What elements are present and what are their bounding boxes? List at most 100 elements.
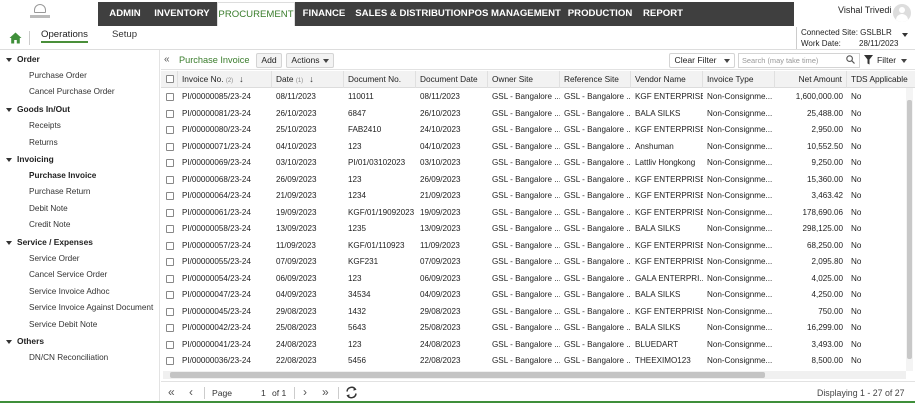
table-row[interactable]: PI/00000085/23-24 08/11/2023 110011 08/11/2… bbox=[161, 89, 907, 106]
row-checkbox[interactable] bbox=[166, 208, 174, 217]
invoice-type-cell: Non-Consignme... bbox=[707, 323, 773, 332]
table-row[interactable]: PI/00000057/23-24 11/09/2023 KGF/01/110923… bbox=[161, 238, 907, 255]
sidebar-item-purchase-invoice[interactable]: Purchase Invoice bbox=[29, 171, 96, 180]
table-row[interactable]: PI/00000081/23-24 26/10/2023 6847 26/10/202… bbox=[161, 106, 907, 123]
nav-inventory[interactable]: INVENTORY bbox=[151, 2, 213, 26]
table-row[interactable]: PI/00000041/23-24 24/08/2023 123 24/08/2023… bbox=[161, 337, 907, 354]
column-document-no[interactable]: Document No. bbox=[344, 71, 416, 88]
row-checkbox[interactable] bbox=[166, 225, 174, 233]
table-row[interactable]: PI/00000047/23-24 04/09/2023 34534 04/09/20… bbox=[161, 287, 907, 304]
column-reference-site[interactable]: Reference Site bbox=[560, 71, 631, 88]
row-checkbox[interactable] bbox=[166, 340, 174, 349]
search-icon[interactable] bbox=[846, 55, 855, 64]
column-invoice-type[interactable]: Invoice Type bbox=[703, 71, 775, 88]
row-checkbox[interactable] bbox=[166, 357, 174, 365]
column-owner-site[interactable]: Owner Site bbox=[488, 71, 560, 88]
filter-button[interactable]: Filter bbox=[877, 55, 908, 65]
sidebar-group-invoicing[interactable]: Invoicing bbox=[6, 154, 54, 164]
sidebar-group-order[interactable]: Order bbox=[6, 54, 40, 64]
sidebar-item-service-invoice-adhoc[interactable]: Service Invoice Adhoc bbox=[29, 287, 110, 296]
document-date-cell: 13/09/2023 bbox=[420, 224, 461, 233]
sidebar-item-purchase-order[interactable]: Purchase Order bbox=[29, 71, 87, 80]
add-button[interactable]: Add bbox=[256, 53, 282, 68]
sidebar-item-dn-cn-reconciliation[interactable]: DN/CN Reconciliation bbox=[29, 353, 108, 362]
table-row[interactable]: PI/00000054/23-24 06/09/2023 123 06/09/2023… bbox=[161, 271, 907, 288]
column-vendor-name[interactable]: Vendor Name bbox=[631, 71, 703, 88]
vertical-scrollbar[interactable] bbox=[906, 88, 913, 371]
row-checkbox[interactable] bbox=[166, 159, 174, 167]
nav-report[interactable]: REPORT bbox=[640, 2, 686, 26]
filter-icon[interactable] bbox=[864, 55, 873, 65]
sidebar-item-debit-note[interactable]: Debit Note bbox=[29, 204, 68, 213]
document-date-cell: 24/08/2023 bbox=[420, 339, 461, 349]
row-checkbox[interactable] bbox=[166, 291, 174, 299]
last-page-icon[interactable]: » bbox=[322, 385, 329, 399]
next-page-icon[interactable]: › bbox=[303, 385, 307, 399]
column-tds-applicable[interactable]: TDS Applicable bbox=[847, 71, 915, 88]
table-row[interactable]: PI/00000064/23-24 21/09/2023 1234 21/09/202… bbox=[161, 188, 907, 205]
column-net-amount[interactable]: Net Amount bbox=[775, 71, 847, 88]
sidebar-item-returns[interactable]: Returns bbox=[29, 138, 58, 147]
row-checkbox[interactable] bbox=[166, 109, 174, 118]
sidebar-item-service-order[interactable]: Service Order bbox=[29, 254, 80, 263]
table-row[interactable]: PI/00000061/23-24 19/09/2023 KGF/01/190920… bbox=[161, 205, 907, 222]
page-number-input[interactable]: 1 bbox=[261, 388, 266, 398]
table-row[interactable]: PI/00000068/23-24 26/09/2023 123 26/09/2023… bbox=[161, 172, 907, 189]
nav-procurement[interactable]: PROCUREMENT bbox=[217, 2, 295, 26]
row-checkbox[interactable] bbox=[166, 93, 174, 101]
document-date-cell: 29/08/2023 bbox=[420, 306, 461, 316]
row-checkbox[interactable] bbox=[166, 241, 174, 250]
home-icon[interactable] bbox=[9, 32, 22, 44]
actions-button[interactable]: Actions bbox=[286, 53, 334, 68]
column-date[interactable]: Date (1) ↓ bbox=[272, 71, 344, 88]
sidebar-group-goods-in-out[interactable]: Goods In/Out bbox=[6, 104, 70, 114]
user-name[interactable]: Vishal Trivedi bbox=[838, 5, 891, 15]
sidebar-item-service-debit-note[interactable]: Service Debit Note bbox=[29, 320, 97, 329]
column-invoice-no[interactable]: Invoice No. (2) ↓ bbox=[178, 71, 272, 88]
nav-finance[interactable]: FINANCE bbox=[299, 2, 349, 26]
row-checkbox[interactable] bbox=[166, 142, 174, 151]
sidebar-item-receipts[interactable]: Receipts bbox=[29, 121, 61, 130]
table-row[interactable]: PI/00000071/23-24 04/10/2023 123 04/10/2023… bbox=[161, 139, 907, 156]
nav-pos-management[interactable]: POS MANAGEMENT bbox=[468, 2, 561, 26]
table-row[interactable]: PI/00000042/23-24 25/08/2023 5643 25/08/202… bbox=[161, 320, 907, 337]
nav-production[interactable]: PRODUCTION bbox=[567, 2, 633, 26]
table-row[interactable]: PI/00000080/23-24 25/10/2023 FAB2410 24/10/… bbox=[161, 122, 907, 139]
column-document-date[interactable]: Document Date bbox=[416, 71, 488, 88]
tab-operations[interactable]: Operations bbox=[41, 29, 88, 43]
sidebar-item-service-invoice-against-document[interactable]: Service Invoice Against Document bbox=[29, 303, 153, 312]
refresh-icon[interactable] bbox=[345, 386, 358, 399]
row-checkbox[interactable] bbox=[166, 175, 174, 184]
row-checkbox[interactable] bbox=[166, 192, 174, 200]
row-checkbox[interactable] bbox=[166, 274, 174, 283]
tab-setup[interactable]: Setup bbox=[112, 29, 137, 40]
clear-filter-button[interactable]: Clear Filter bbox=[669, 53, 735, 68]
nav-admin[interactable]: ADMIN bbox=[102, 2, 148, 26]
site-info[interactable]: Connected Site: GSLBLR Work Date: 28/11/2… bbox=[796, 27, 900, 49]
row-checkbox[interactable] bbox=[166, 307, 174, 316]
avatar[interactable] bbox=[893, 4, 911, 22]
collapse-icon[interactable]: « bbox=[164, 54, 170, 65]
table-row[interactable]: PI/00000058/23-24 13/09/2023 1235 13/09/202… bbox=[161, 221, 907, 238]
sidebar-group-others[interactable]: Others bbox=[6, 336, 44, 346]
search-input[interactable]: Search (may take time) bbox=[738, 53, 860, 68]
tds-applicable-cell: No bbox=[851, 174, 862, 184]
sidebar-item-cancel-purchase-order[interactable]: Cancel Purchase Order bbox=[29, 87, 115, 96]
horizontal-scrollbar[interactable] bbox=[163, 371, 906, 379]
row-checkbox[interactable] bbox=[166, 258, 174, 266]
chevron-down-icon[interactable] bbox=[902, 33, 908, 37]
nav-sales-distribution[interactable]: SALES & DISTRIBUTION bbox=[353, 2, 470, 26]
first-page-icon[interactable]: « bbox=[168, 385, 175, 399]
sidebar-item-cancel-service-order[interactable]: Cancel Service Order bbox=[29, 270, 107, 279]
sidebar-item-purchase-return[interactable]: Purchase Return bbox=[29, 187, 90, 196]
table-row[interactable]: PI/00000069/23-24 03/10/2023 PI/01/0310202… bbox=[161, 155, 907, 172]
sidebar-group-service-expenses[interactable]: Service / Expenses bbox=[6, 237, 93, 247]
table-row[interactable]: PI/00000036/23-24 22/08/2023 5456 22/08/202… bbox=[161, 353, 907, 370]
row-checkbox[interactable] bbox=[166, 324, 174, 332]
row-checkbox[interactable] bbox=[166, 126, 174, 134]
sidebar-item-credit-note[interactable]: Credit Note bbox=[29, 220, 70, 229]
select-all-checkbox[interactable] bbox=[166, 75, 174, 83]
table-row[interactable]: PI/00000045/23-24 29/08/2023 1432 29/08/202… bbox=[161, 304, 907, 321]
prev-page-icon[interactable]: ‹ bbox=[189, 385, 193, 399]
table-row[interactable]: PI/00000055/23-24 07/09/2023 KGF231 07/09/2… bbox=[161, 254, 907, 271]
